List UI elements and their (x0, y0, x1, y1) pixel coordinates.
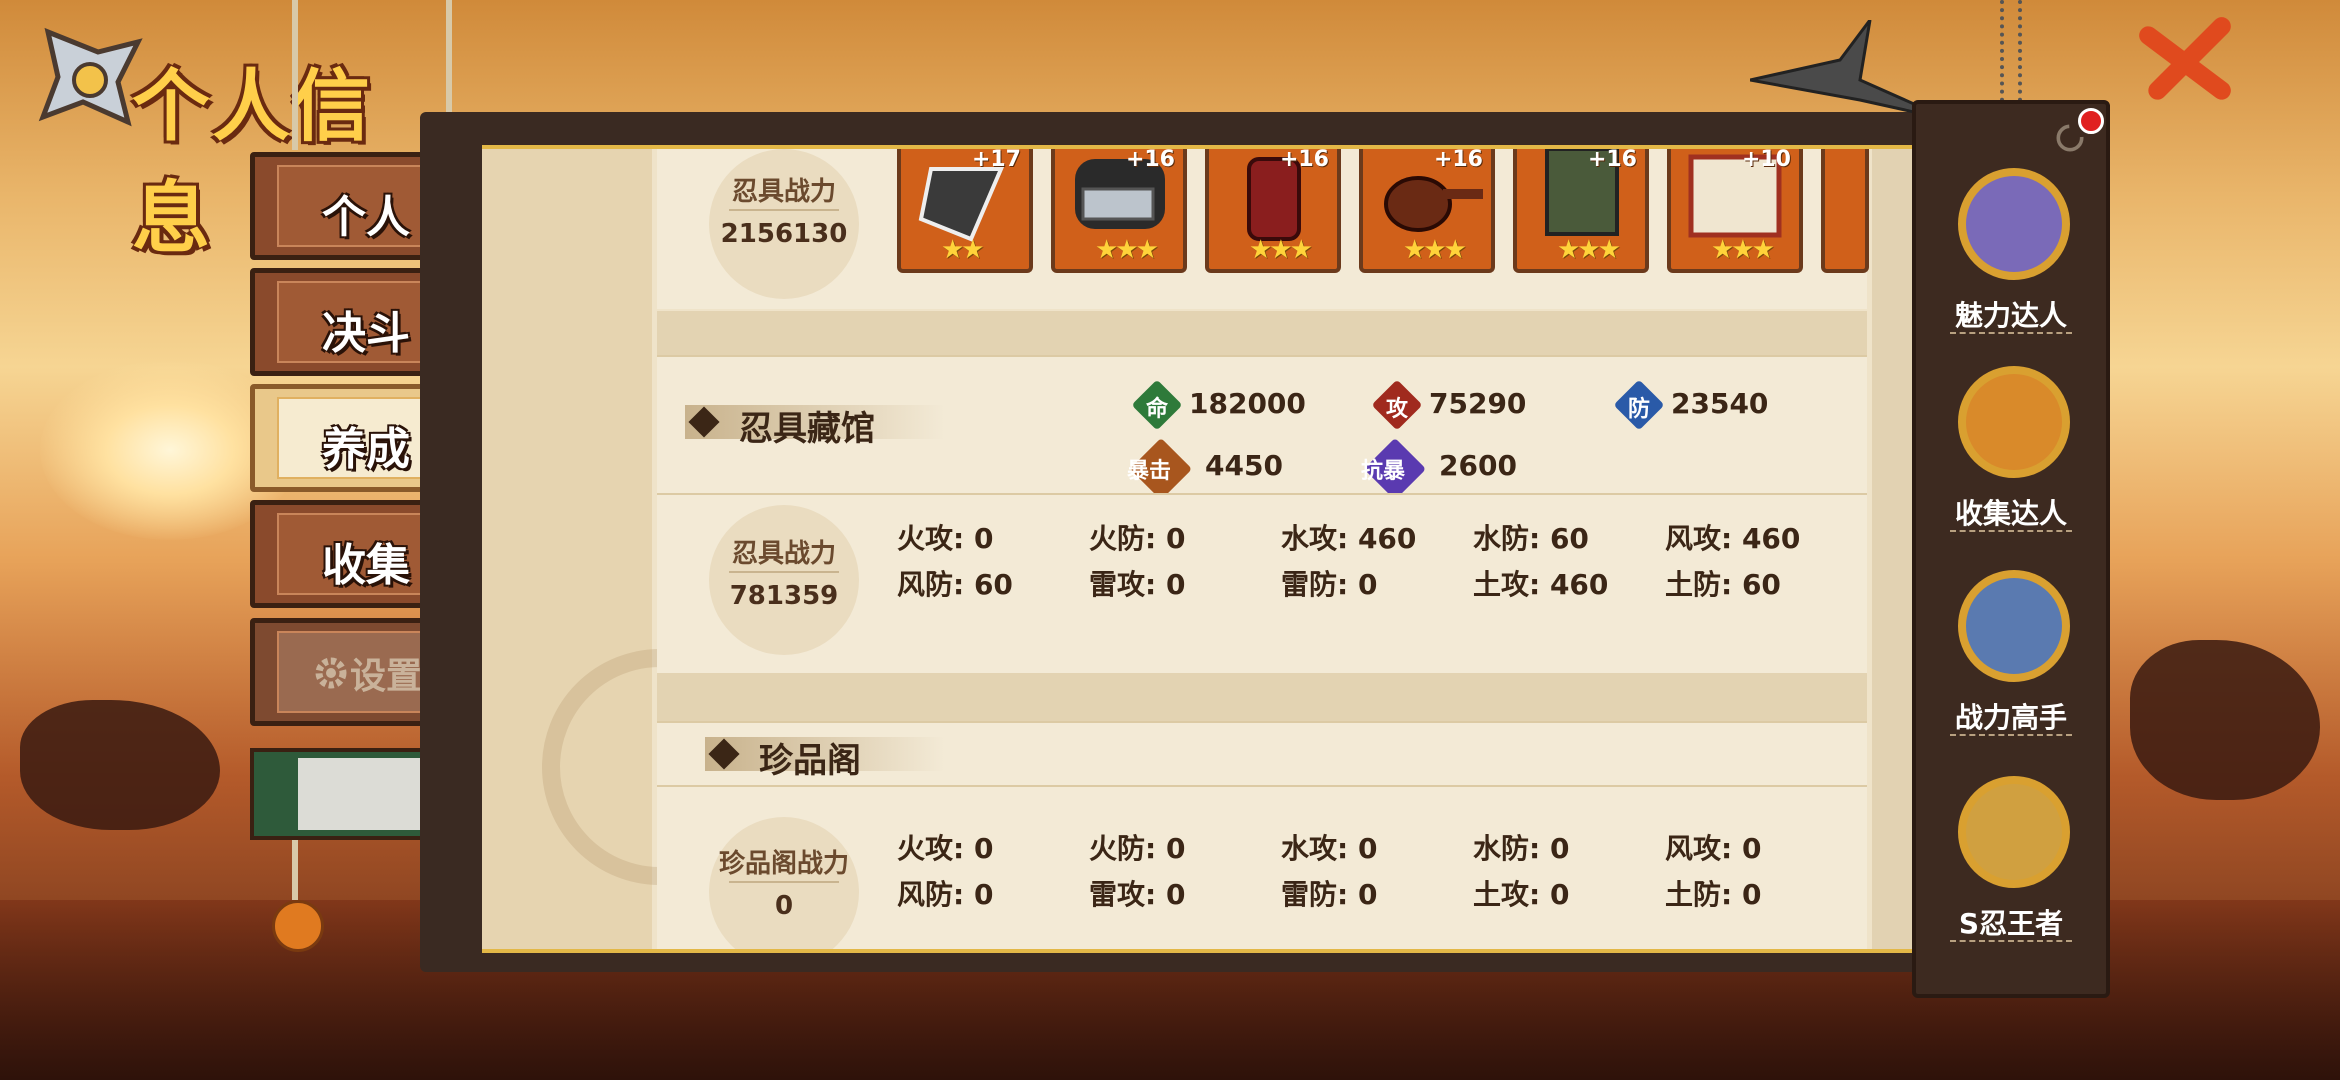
item-level: +16 (1587, 149, 1637, 172)
attr-wind-def: 风防: 0 (897, 878, 994, 911)
kakashi-avatar-icon (1958, 570, 2070, 682)
attr-water-def: 水防: 60 (1473, 522, 1589, 555)
panel-left-decoration (482, 149, 778, 949)
ninja-tools-power-label: 忍具战力 (731, 177, 836, 207)
attr-earth-atk: 土攻: 0 (1473, 878, 1570, 911)
ranking-label: S忍王者 (1958, 907, 2064, 940)
attr-fire-def: 火防: 0 (1089, 832, 1186, 865)
treasure-power-label: 珍品阁战力 (718, 849, 849, 879)
ranking-label: 收集达人 (1954, 497, 2067, 530)
tassel-rope-left (292, 840, 298, 900)
attr-thunder-atk: 雷攻: 0 (1089, 878, 1186, 911)
scrollbar-track[interactable] (1872, 149, 1912, 949)
ninja-tools-row: 忍具战力 2156130 +17 ★★ +16 ★★★ +16 ★★★ +16 … (657, 149, 1869, 309)
stat-value: 23540 (1671, 387, 1769, 420)
tassel-left (272, 900, 324, 952)
collection-stats-row: 忍具藏馆 命 182000 攻 75290 防 23540 暴击 4450 抗暴… (657, 355, 1867, 501)
power-divider (729, 881, 839, 883)
label-underline (1950, 332, 2072, 334)
item-level: +10 (1741, 149, 1791, 172)
info-panel: 忍具战力 2156130 +17 ★★ +16 ★★★ +16 ★★★ +16 … (482, 145, 1912, 953)
item-stars: ★★★ (1095, 235, 1159, 265)
item-stars: ★★★ (1711, 235, 1775, 265)
item-level: +16 (1433, 149, 1483, 172)
item-level: +16 (1125, 149, 1175, 172)
stat-value: 75290 (1429, 387, 1527, 420)
treasure-attrs-row: 珍品阁战力 0 火攻: 0 火防: 0 水攻: 0 水防: 0 风攻: 0 风防… (657, 785, 1867, 949)
attr-fire-atk: 火攻: 0 (897, 522, 994, 555)
collection-title: 忍具藏馆 (739, 409, 875, 449)
label-underline (1950, 734, 2072, 736)
attr-thunder-def: 雷防: 0 (1281, 568, 1378, 601)
attr-earth-def: 土防: 0 (1665, 878, 1762, 911)
treasure-power-value: 0 (774, 891, 794, 921)
ninja-silhouette-right (2130, 640, 2320, 800)
power-divider (729, 209, 839, 211)
ninja-tool-item-partial[interactable] (1821, 149, 1869, 273)
power-circle (709, 505, 859, 655)
stat-value: 4450 (1205, 449, 1283, 482)
ranking-label: 魅力达人 (1954, 299, 2067, 332)
ninja-tools-power-value: 2156130 (720, 219, 848, 249)
attr-water-atk: 水攻: 0 (1281, 832, 1378, 865)
ninja-tool-item[interactable]: +17 ★★ (897, 149, 1033, 273)
collection-power-label: 忍具战力 (731, 539, 836, 569)
attr-wind-def: 风防: 60 (897, 568, 1013, 601)
section-separator (657, 673, 1867, 721)
item-level: +17 (971, 149, 1021, 172)
ninja-tool-item[interactable]: +16 ★★★ (1359, 149, 1495, 273)
ninja-silhouette-left (20, 700, 220, 830)
treasure-title: 珍品阁 (759, 741, 861, 781)
shuriken-logo-icon (38, 27, 143, 127)
badge-label: 防 (1628, 397, 1651, 422)
item-stars: ★★ (941, 235, 985, 265)
power-divider (729, 571, 839, 573)
item-stars: ★★★ (1557, 235, 1621, 265)
attr-wind-atk: 风攻: 0 (1665, 832, 1762, 865)
rope-left (292, 0, 298, 150)
stat-value: 2600 (1439, 449, 1517, 482)
badge-label: 命 (1146, 397, 1169, 422)
attr-wind-atk: 风攻: 460 (1665, 522, 1801, 555)
ninja-tool-item[interactable]: +16 ★★★ (1205, 149, 1341, 273)
treasure-title-row: 珍品阁 (657, 721, 1867, 787)
power-circle (709, 817, 859, 949)
section-separator (657, 311, 1867, 355)
badge-label: 攻 (1386, 397, 1409, 422)
panel-scroll-content[interactable]: 忍具战力 2156130 +17 ★★ +16 ★★★ +16 ★★★ +16 … (657, 149, 1869, 949)
ninja-tool-item[interactable]: +10 ★★★ (1667, 149, 1803, 273)
attr-thunder-atk: 雷攻: 0 (1089, 568, 1186, 601)
ranking-sidebar: 魅力达人 收集达人 战力高手 S忍王者 (1912, 100, 2110, 998)
stat-value: 182000 (1189, 387, 1306, 420)
ninja-tool-item[interactable]: +16 ★★★ (1051, 149, 1187, 273)
scroll-paper (298, 758, 434, 830)
item-stars: ★★★ (1249, 235, 1313, 265)
chain-icon (2000, 0, 2022, 110)
label-underline (1950, 940, 2072, 942)
naruto-avatar-icon (1958, 366, 2070, 478)
attr-earth-def: 土防: 60 (1665, 568, 1781, 601)
attr-fire-atk: 火攻: 0 (897, 832, 994, 865)
attr-water-atk: 水攻: 460 (1281, 522, 1417, 555)
attr-water-def: 水防: 0 (1473, 832, 1570, 865)
close-icon[interactable] (2130, 8, 2240, 118)
ninja-tool-item[interactable]: +16 ★★★ (1513, 149, 1649, 273)
badge-label: 抗暴 (1361, 459, 1406, 484)
item-stars: ★★★ (1403, 235, 1467, 265)
badge-label: 暴击 (1127, 459, 1172, 484)
collection-power-value: 781359 (729, 581, 839, 611)
jiraiya-avatar-icon (1958, 776, 2070, 888)
attr-thunder-def: 雷防: 0 (1281, 878, 1378, 911)
refresh-icon[interactable] (2052, 120, 2088, 156)
ranking-label: 战力高手 (1954, 701, 2067, 734)
item-level: +16 (1279, 149, 1329, 172)
title-banner: 个人信息 (20, 14, 440, 264)
charm-avatar-icon (1958, 168, 2070, 280)
attr-fire-def: 火防: 0 (1089, 522, 1186, 555)
attr-earth-atk: 土攻: 460 (1473, 568, 1609, 601)
label-underline (1950, 530, 2072, 532)
collection-attrs-row: 忍具战力 781359 火攻: 0 火防: 0 水攻: 460 水防: 60 风… (657, 493, 1867, 675)
